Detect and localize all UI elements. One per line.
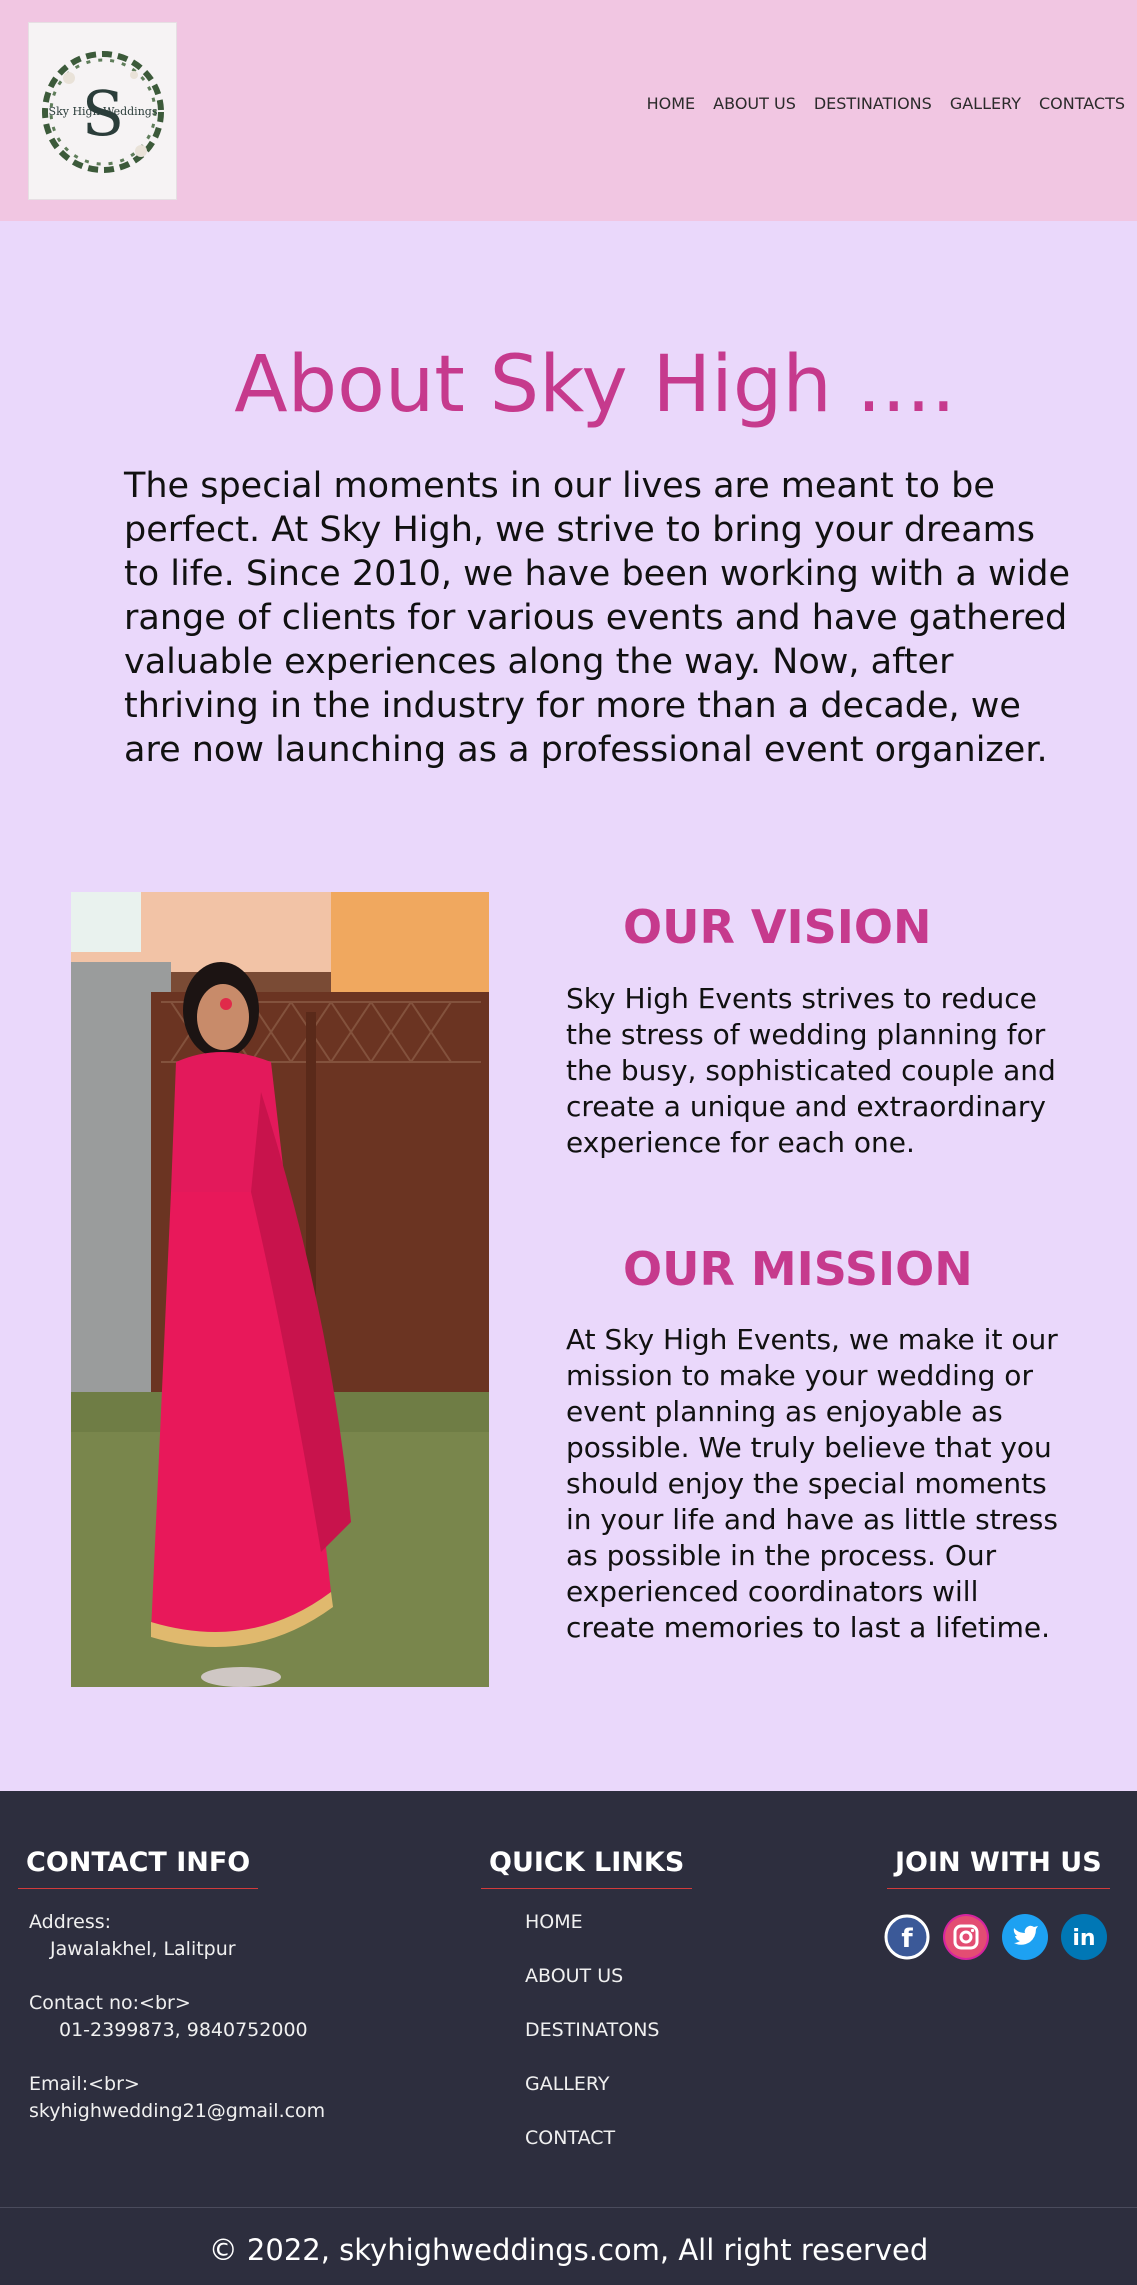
logo-text: Sky High Weddings xyxy=(49,105,158,118)
quick-links-heading: QUICK LINKS xyxy=(481,1847,693,1889)
vision-text: Sky High Events strives to reduce the st… xyxy=(566,982,1056,1159)
contact-info-heading: CONTACT INFO xyxy=(18,1847,259,1889)
join-with-us-heading: JOIN WITH US xyxy=(887,1847,1110,1889)
site-header: S Sky High Weddings HOME ABOUT US DESTIN… xyxy=(0,0,1137,221)
wreath-logo-icon: S Sky High Weddings xyxy=(42,51,164,173)
email-value[interactable]: skyhighwedding21@gmail.com xyxy=(29,2100,325,2122)
nav-gallery[interactable]: GALLERY xyxy=(950,94,1021,113)
linkedin-icon[interactable]: in xyxy=(1061,1914,1107,1960)
footer-link-gallery[interactable]: GALLERY xyxy=(525,2073,610,2095)
contact-value: 01-2399873, 9840752000 xyxy=(59,2019,308,2041)
nav-destinations[interactable]: DESTINATIONS xyxy=(814,94,932,113)
instagram-icon[interactable] xyxy=(943,1914,989,1960)
footer-link-destinations[interactable]: DESTINATONS xyxy=(525,2019,659,2041)
site-footer: CONTACT INFO Address: Jawalakhel, Lalitp… xyxy=(0,1791,1137,2285)
main-nav: HOME ABOUT US DESTINATIONS GALLERY CONTA… xyxy=(647,94,1125,113)
site-logo[interactable]: S Sky High Weddings xyxy=(28,22,177,200)
footer-divider xyxy=(0,2207,1137,2208)
about-title: About Sky High .... xyxy=(234,340,956,430)
mission-title: OUR MISSION xyxy=(623,1242,973,1296)
svg-text:in: in xyxy=(1072,1926,1095,1951)
about-text: The special moments in our lives are mea… xyxy=(124,466,1071,770)
address-value: Jawalakhel, Lalitpur xyxy=(50,1938,236,1960)
facebook-icon[interactable]: f xyxy=(884,1914,930,1960)
svg-text:f: f xyxy=(901,1924,913,1954)
vision-title: OUR VISION xyxy=(623,900,932,954)
copyright-text: © 2022, skyhighweddings.com, All right r… xyxy=(208,2233,929,2267)
footer-link-about-us[interactable]: ABOUT US xyxy=(525,1965,623,1987)
twitter-icon[interactable] xyxy=(1002,1914,1048,1960)
email-label: Email:<br> xyxy=(29,2073,140,2095)
address-label: Address: xyxy=(29,1911,112,1933)
footer-link-home[interactable]: HOME xyxy=(525,1911,583,1933)
nav-about-us[interactable]: ABOUT US xyxy=(713,94,796,113)
footer-link-contact[interactable]: CONTACT xyxy=(525,2127,615,2149)
mission-text: At Sky High Events, we make it our missi… xyxy=(566,1323,1058,1644)
nav-contacts[interactable]: CONTACTS xyxy=(1039,94,1125,113)
bride-photo xyxy=(71,892,489,1687)
contact-label: Contact no:<br> xyxy=(29,1992,191,2014)
nav-home[interactable]: HOME xyxy=(647,94,696,113)
